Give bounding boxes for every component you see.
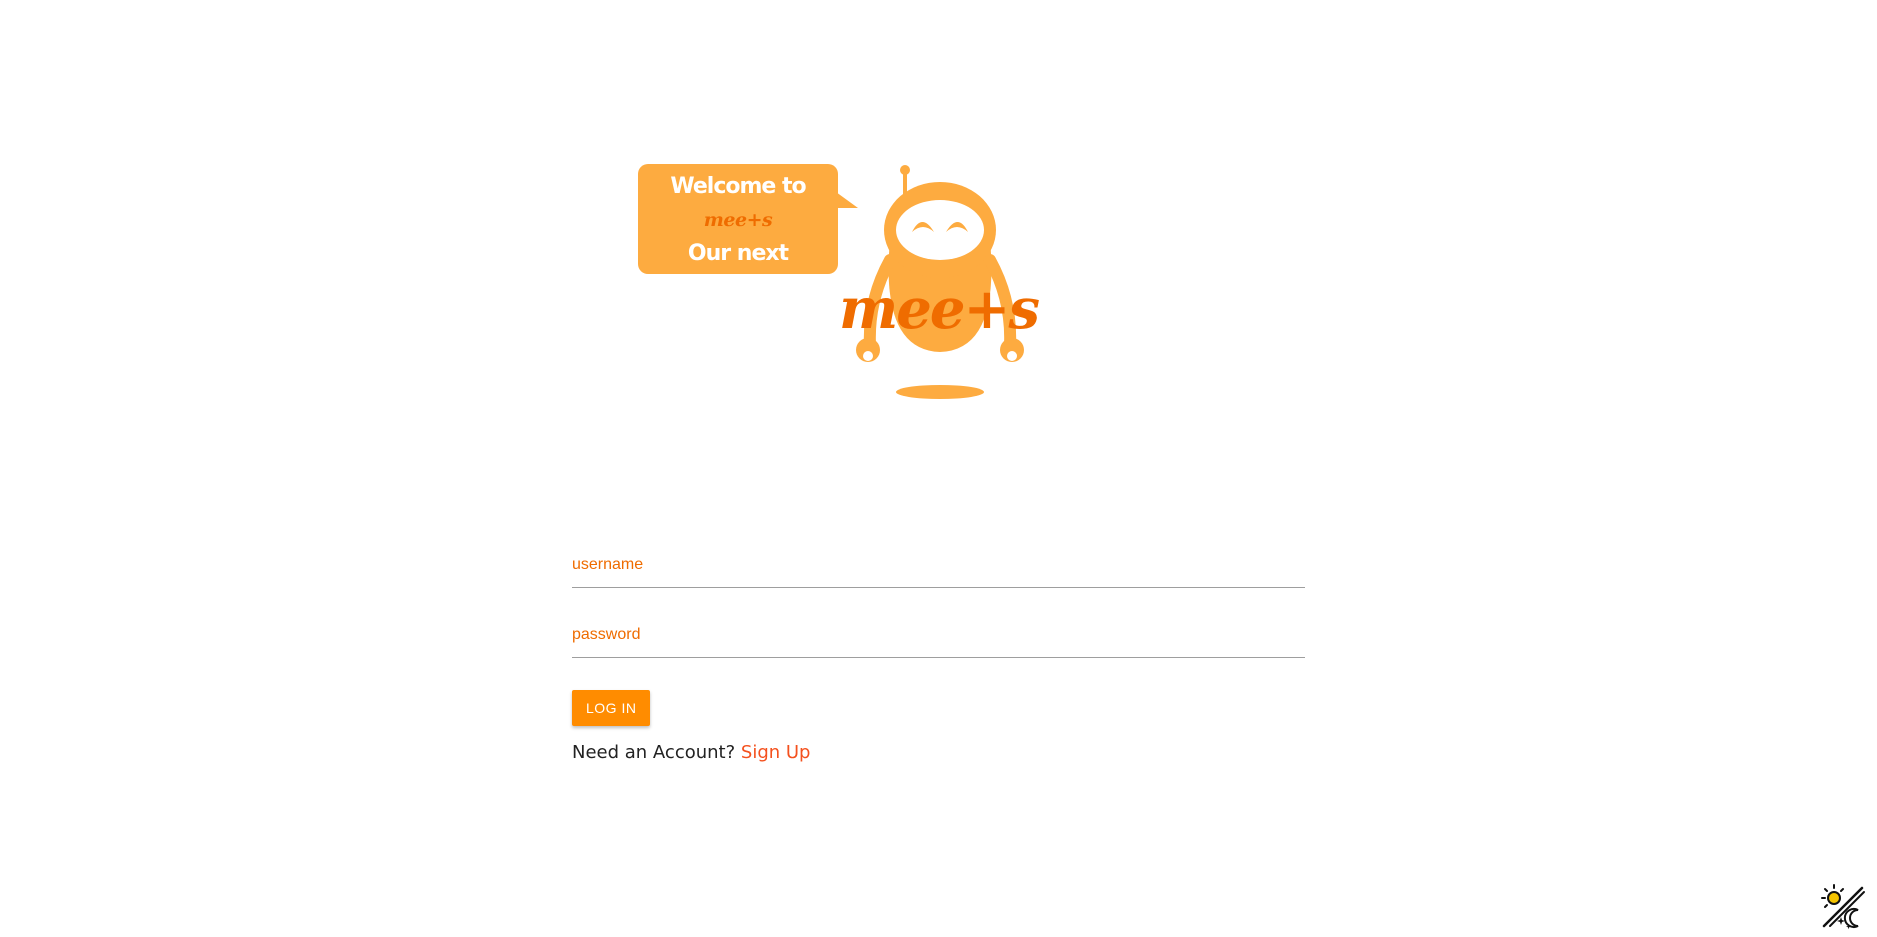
login-form: username password LOG IN Need an Account… bbox=[572, 550, 1305, 763]
password-field-wrapper: password bbox=[572, 620, 1305, 660]
welcome-speech-bubble: Welcome to mee+s Our next generation soc… bbox=[638, 164, 838, 332]
theme-toggle-button[interactable] bbox=[1818, 882, 1866, 930]
password-input[interactable] bbox=[572, 620, 1305, 658]
bubble-line-1: Welcome to mee+s bbox=[670, 174, 806, 231]
signup-link[interactable]: Sign Up bbox=[741, 742, 811, 763]
bubble-brand-name: mee+s bbox=[703, 209, 773, 231]
signup-row: Need an Account? Sign Up bbox=[572, 742, 1305, 763]
username-input[interactable] bbox=[572, 550, 1305, 588]
username-field-wrapper: username bbox=[572, 550, 1305, 590]
login-page: Welcome to mee+s Our next generation soc… bbox=[0, 0, 1877, 937]
theme-toggle-sun-moon-icon bbox=[1821, 884, 1865, 930]
login-button[interactable]: LOG IN bbox=[572, 690, 651, 726]
brand-logo: mee+s bbox=[839, 276, 1040, 342]
signup-prompt: Need an Account? bbox=[572, 742, 736, 763]
